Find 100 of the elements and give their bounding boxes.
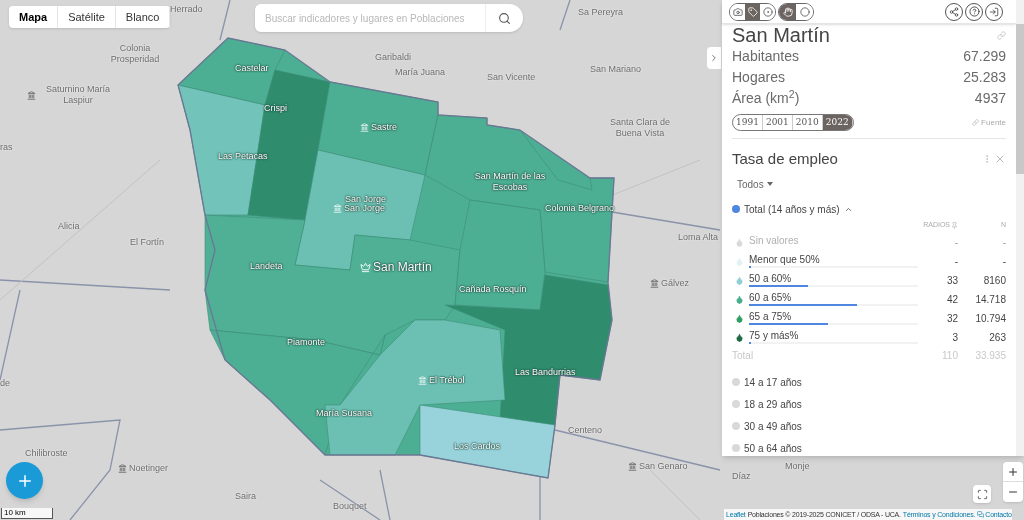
map-label: Noetinger bbox=[129, 463, 169, 474]
group-option[interactable]: 30 a 49 años bbox=[732, 418, 802, 434]
map-label: San Martín de las Escobas bbox=[473, 171, 547, 193]
toolbar-button[interactable] bbox=[760, 3, 775, 20]
map-label: Los Cardos bbox=[454, 441, 501, 452]
map-label: El Fortín bbox=[130, 237, 164, 248]
map-label: San Mariano bbox=[590, 64, 642, 75]
camera-icon bbox=[732, 6, 743, 17]
map-label: Loma Alta bbox=[678, 232, 719, 243]
stat-label: Área (km$^{2}$) bbox=[732, 88, 800, 108]
map-label: San Genaro bbox=[639, 461, 688, 472]
map-label: Colonia Prosperidad bbox=[109, 43, 161, 65]
legend-label: 50 a 60% bbox=[749, 273, 793, 285]
map-label: Santa Clara de Buena Vista bbox=[608, 117, 671, 139]
stat-label: Hogares bbox=[732, 68, 785, 87]
town-icon bbox=[650, 279, 659, 288]
scale-bar: 10 km bbox=[1, 508, 53, 519]
caret-icon bbox=[766, 182, 773, 186]
add-button[interactable] bbox=[6, 462, 43, 499]
group-option[interactable]: 14 a 17 años bbox=[732, 374, 802, 390]
map-label: Cañada Rosquín bbox=[459, 284, 527, 295]
search-field[interactable]: Buscar indicadores y lugares en Poblaciones bbox=[255, 4, 485, 32]
group-option[interactable]: 50 a 64 años bbox=[732, 440, 802, 456]
map-label: Castelar bbox=[235, 63, 269, 74]
year-tab[interactable]: 2010 bbox=[792, 115, 823, 130]
map-label: Las Bandurrias bbox=[515, 367, 576, 378]
year-tab[interactable]: 2001 bbox=[762, 115, 793, 130]
n-cell-text: 14.718 bbox=[974, 292, 1006, 307]
map-label: Centeno bbox=[568, 425, 603, 436]
scrollbar[interactable] bbox=[1016, 0, 1024, 456]
hand-icon bbox=[782, 6, 793, 17]
map-label: Sa Pereyra bbox=[578, 7, 624, 18]
n-cell-text: 263 bbox=[988, 330, 1006, 345]
map-type-tab[interactable]: Satélite bbox=[58, 6, 116, 28]
help-icon bbox=[968, 6, 980, 17]
capital-icon bbox=[360, 262, 371, 273]
chat-icon bbox=[977, 511, 985, 518]
map-label: San Vicente bbox=[487, 72, 536, 83]
map-label: María Susana bbox=[316, 408, 373, 419]
year-tab[interactable]: 1991 bbox=[733, 115, 763, 130]
town-icon bbox=[628, 462, 637, 471]
group-option[interactable]: Total (14 años y más) bbox=[732, 201, 853, 217]
map-label: Sastre bbox=[371, 122, 397, 133]
map-label: ras bbox=[0, 142, 13, 153]
map-label: Herrado bbox=[170, 4, 203, 15]
chevron-right-icon bbox=[709, 53, 719, 63]
map-label: de bbox=[0, 378, 10, 389]
map-label: San Martín bbox=[373, 262, 432, 273]
link-icon bbox=[972, 119, 980, 126]
toolbar-button[interactable] bbox=[730, 3, 745, 20]
map-label: Landeta bbox=[250, 261, 283, 272]
town-icon bbox=[118, 464, 127, 473]
n-cell-text: 8160 bbox=[982, 273, 1006, 288]
plus-icon bbox=[1007, 465, 1019, 478]
search-button[interactable] bbox=[485, 4, 523, 32]
map-label: San Jorge bbox=[345, 194, 387, 204]
radios-cell-text: - bbox=[953, 235, 958, 250]
legend-label: Sin valores bbox=[749, 235, 800, 247]
search-icon bbox=[498, 11, 511, 25]
indicator-title: Tasa de empleo bbox=[732, 149, 838, 169]
target-icon bbox=[762, 6, 773, 17]
legend-label: Menor que 50% bbox=[749, 254, 821, 266]
town-icon bbox=[333, 204, 342, 213]
map-label: Saturnino María Laspiur bbox=[44, 84, 111, 106]
radios-cell-text: - bbox=[953, 254, 958, 269]
radios-cell-text: 32 bbox=[945, 311, 958, 326]
map-type-tab[interactable]: Mapa bbox=[9, 6, 59, 28]
map-label: Monje bbox=[785, 461, 810, 472]
stat-label: Habitantes bbox=[732, 47, 799, 66]
n-cell-text: - bbox=[1001, 254, 1006, 269]
map-type-tab[interactable]: Blanco bbox=[115, 6, 171, 28]
login-icon bbox=[989, 6, 999, 17]
toolbar-button[interactable] bbox=[779, 3, 796, 20]
filter-dropdown[interactable]: Todos bbox=[737, 176, 773, 192]
stat-value: 25.283 bbox=[963, 68, 1006, 87]
map-label: Piamonte bbox=[287, 337, 326, 348]
town-icon bbox=[360, 123, 369, 132]
legend-label: 65 a 75% bbox=[749, 311, 793, 323]
map-label: Gálvez bbox=[661, 278, 689, 289]
place-title: San Martín bbox=[732, 24, 830, 46]
map-label: Alicia bbox=[58, 221, 80, 232]
map-label: San Jorge bbox=[344, 203, 386, 214]
map-label: Garibaldi bbox=[375, 52, 412, 63]
n-cell-text: 10.794 bbox=[974, 311, 1006, 326]
choropleth-map-drawing[interactable] bbox=[0, 0, 721, 520]
radios-cell-text: 3 bbox=[951, 330, 958, 345]
stat-value: 67.299 bbox=[963, 47, 1006, 66]
map-label: María Juana bbox=[395, 67, 446, 78]
legend-label: 60 a 65% bbox=[749, 292, 793, 304]
toolbar-button[interactable] bbox=[745, 3, 760, 20]
n-cell-text: - bbox=[1001, 235, 1006, 250]
group-option[interactable]: 18 a 29 años bbox=[732, 396, 802, 412]
year-tab[interactable]: 2022 bbox=[822, 115, 853, 130]
radios-cell-text: 33 bbox=[945, 273, 958, 288]
legend-label: 75 y más% bbox=[749, 330, 800, 342]
town-icon bbox=[27, 90, 36, 100]
fullscreen-button[interactable] bbox=[973, 485, 991, 503]
circle-icon bbox=[799, 6, 810, 17]
map-label: Crispi bbox=[264, 103, 287, 114]
tag-icon bbox=[747, 6, 758, 17]
